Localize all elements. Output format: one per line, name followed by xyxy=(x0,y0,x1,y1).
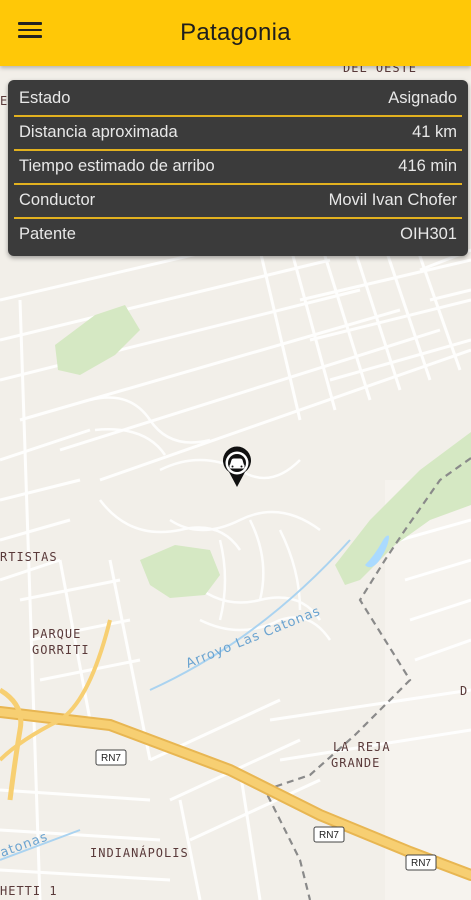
info-value: 416 min xyxy=(398,157,457,175)
info-value: Movil Ivan Chofer xyxy=(328,191,457,209)
map-label-gorriti: GORRITI xyxy=(32,643,90,657)
map-label-edge-e: E xyxy=(0,94,8,108)
info-row-conductor: Conductor Movil Ivan Chofer xyxy=(8,184,468,217)
app-bar: Patagonia xyxy=(0,0,471,66)
map-label-la-reja: LA REJA xyxy=(333,740,391,754)
svg-text:RN7: RN7 xyxy=(411,858,431,869)
trip-info-panel: Estado Asignado Distancia aproximada 41 … xyxy=(8,80,468,256)
route-shield-rn7: RN7 xyxy=(313,826,345,843)
route-shield-rn7: RN7 xyxy=(95,749,127,766)
info-label: Patente xyxy=(19,225,76,243)
info-row-patente: Patente OIH301 xyxy=(8,218,468,251)
map-label-indianapolis: INDIANÁPOLIS xyxy=(90,845,189,860)
info-label: Estado xyxy=(19,89,71,107)
page-title: Patagonia xyxy=(180,19,291,46)
info-row-distancia: Distancia aproximada 41 km xyxy=(8,116,468,149)
route-shield-rn7: RN7 xyxy=(405,854,437,871)
info-label: Distancia aproximada xyxy=(19,123,178,141)
info-row-tiempo: Tiempo estimado de arribo 416 min xyxy=(8,150,468,183)
map-label-artistas: RTISTAS xyxy=(0,550,58,564)
map-label-parque: PARQUE xyxy=(32,627,81,641)
map-label-grande: GRANDE xyxy=(331,756,380,770)
info-label: Conductor xyxy=(19,191,96,209)
info-label: Tiempo estimado de arribo xyxy=(19,157,215,175)
map-label-edge-d: D xyxy=(460,684,468,698)
map-label-del-oeste: DEL OESTE xyxy=(343,66,417,75)
info-row-estado: Estado Asignado xyxy=(8,82,468,115)
svg-text:RN7: RN7 xyxy=(319,830,339,841)
svg-text:RN7: RN7 xyxy=(101,753,121,764)
info-value: Asignado xyxy=(388,89,457,107)
info-value: OIH301 xyxy=(400,225,457,243)
info-value: 41 km xyxy=(412,123,457,141)
map-label-hetti: HETTI 1 xyxy=(0,884,58,898)
